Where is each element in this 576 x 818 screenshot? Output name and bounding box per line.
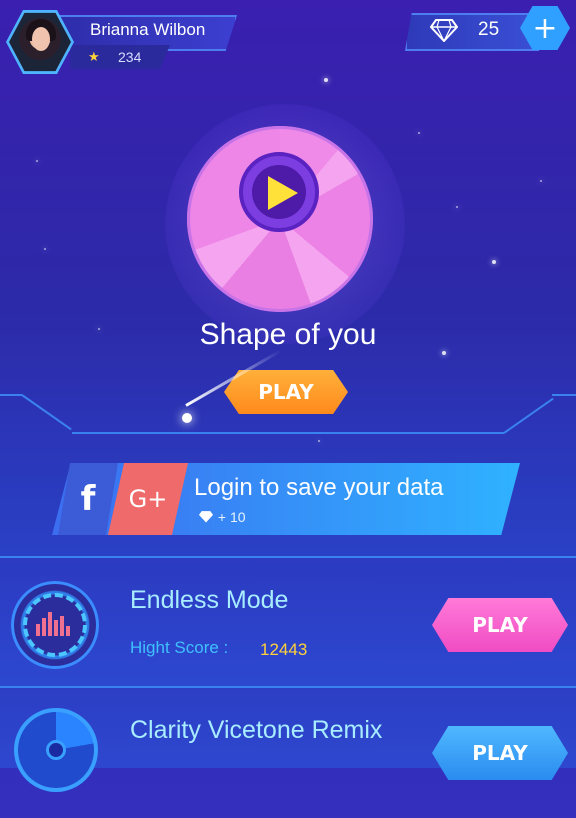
frame-line xyxy=(503,397,554,434)
song-title: Clarity Vicetone Remix xyxy=(130,716,383,744)
featured-song-title: Shape of you xyxy=(199,318,377,351)
song-play-button[interactable]: PLAY xyxy=(432,726,568,780)
frame-line xyxy=(72,432,504,434)
star-decoration xyxy=(456,206,458,208)
gem-bar xyxy=(405,13,539,51)
endless-play-button[interactable]: PLAY xyxy=(432,598,568,652)
reward-amount: + 10 xyxy=(217,509,246,525)
vinyl-hole xyxy=(46,740,66,760)
avatar-image xyxy=(9,12,71,72)
login-text: Login to save your data xyxy=(194,474,444,501)
login-reward: + 10 xyxy=(198,509,246,525)
frame-line xyxy=(21,394,72,431)
mode-title: Endless Mode xyxy=(130,586,289,614)
diamond-icon xyxy=(198,509,218,525)
equalizer-icon xyxy=(36,612,70,636)
play-icon[interactable] xyxy=(268,176,298,210)
frame-line xyxy=(0,394,22,396)
avatar-face xyxy=(32,27,50,51)
star-decoration xyxy=(44,248,46,250)
featured-play-button[interactable]: PLAY xyxy=(224,370,348,414)
star-decoration xyxy=(36,160,38,162)
diamond-icon xyxy=(429,18,459,46)
frame-line xyxy=(552,394,576,396)
star-decoration xyxy=(540,180,542,182)
star-decoration xyxy=(418,132,420,134)
star-icon: ★ xyxy=(88,50,100,65)
star-decoration xyxy=(324,78,328,82)
star-decoration xyxy=(492,260,496,264)
star-decoration xyxy=(318,440,320,442)
meteor-head xyxy=(182,413,192,423)
gem-count: 25 xyxy=(478,19,500,40)
high-score-value: 12443 xyxy=(260,640,308,659)
high-score-label: Hight Score : xyxy=(130,638,229,657)
player-score: 234 xyxy=(118,49,142,65)
player-name: Brianna Wilbon xyxy=(90,20,206,39)
